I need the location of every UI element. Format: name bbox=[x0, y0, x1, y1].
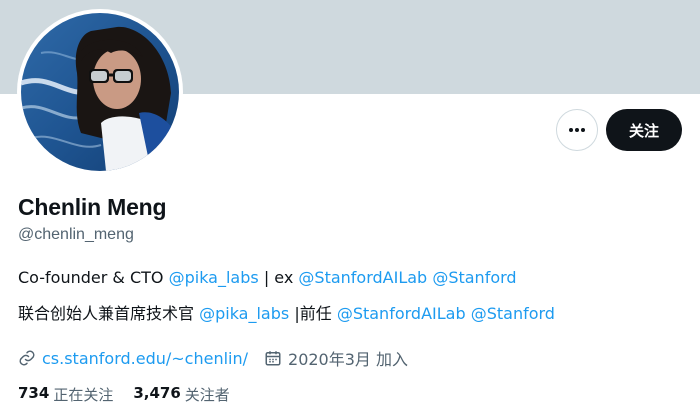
followers-count: 3,476 bbox=[133, 384, 181, 402]
mention-pika-labs[interactable]: @pika_labs bbox=[169, 268, 259, 287]
profile-name: Chenlin Meng bbox=[18, 194, 167, 220]
followers-label: 关注者 bbox=[184, 386, 230, 404]
avatar-image bbox=[21, 13, 179, 171]
mention-stanford-ai-lab[interactable]: @StanfordAILab bbox=[337, 304, 466, 323]
following-count: 734 bbox=[18, 384, 50, 402]
mention-stanford[interactable]: @Stanford bbox=[471, 304, 555, 323]
more-icon bbox=[569, 128, 585, 132]
avatar-photo bbox=[21, 13, 179, 171]
website-item: cs.stanford.edu/~chenlin/ bbox=[18, 349, 248, 368]
mention-stanford-ai-lab[interactable]: @StanfordAILab bbox=[298, 268, 427, 287]
link-icon bbox=[19, 350, 35, 366]
bio-text: | ex bbox=[258, 268, 299, 287]
followers-count-link[interactable]: 3,476 关注者 bbox=[133, 384, 229, 405]
following-label: 正在关注 bbox=[53, 386, 114, 404]
follow-button[interactable]: 关注 bbox=[606, 109, 682, 151]
bio-text: |前任 bbox=[289, 304, 337, 323]
website-link[interactable]: cs.stanford.edu/~chenlin/ bbox=[42, 349, 248, 368]
bio-line-chinese: 联合创始人兼首席技术官 @pika_labs |前任 @StanfordAILa… bbox=[18, 300, 555, 324]
profile-handle: @chenlin_meng bbox=[18, 226, 134, 243]
calendar-icon bbox=[265, 351, 281, 366]
bio-text: Co-founder & CTO bbox=[18, 268, 169, 287]
mention-stanford[interactable]: @Stanford bbox=[432, 268, 516, 287]
bio-line-english: Co-founder & CTO @pika_labs | ex @Stanfo… bbox=[18, 268, 517, 287]
following-count-link[interactable]: 734 正在关注 bbox=[18, 384, 113, 405]
avatar[interactable] bbox=[17, 9, 183, 175]
follow-counts: 734 正在关注 3,476 关注者 bbox=[18, 384, 250, 405]
profile-meta: cs.stanford.edu/~chenlin/ 2020年3月 加入 bbox=[18, 346, 424, 370]
mention-pika-labs[interactable]: @pika_labs bbox=[199, 304, 289, 323]
bio-text: 联合创始人兼首席技术官 bbox=[18, 304, 200, 323]
joined-item: 2020年3月 加入 bbox=[264, 346, 408, 370]
more-options-button[interactable] bbox=[556, 109, 598, 151]
joined-date: 2020年3月 加入 bbox=[288, 350, 409, 369]
